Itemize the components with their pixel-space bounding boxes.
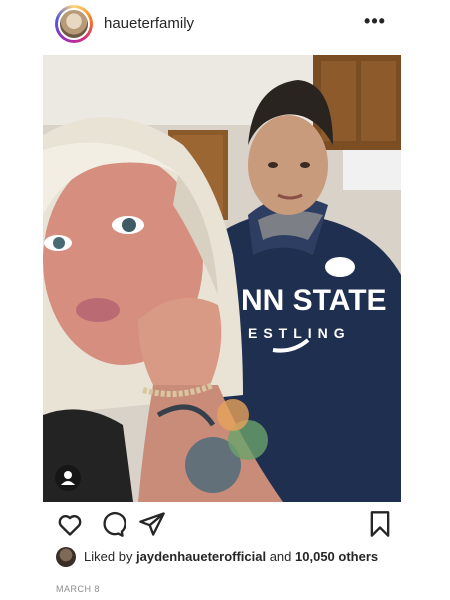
liker-username-link[interactable]: jaydenhaueterofficial [136, 549, 266, 564]
post-actions [0, 510, 450, 544]
comment-bubble-icon [103, 512, 126, 537]
heart-outline-icon [58, 515, 82, 536]
comment-button[interactable] [98, 510, 126, 538]
likes-prefix: Liked by [84, 549, 137, 564]
likes-summary: Liked by jaydenhaueterofficial and 10,05… [56, 546, 416, 568]
user-tag-icon[interactable] [55, 465, 81, 491]
likes-text: Liked by jaydenhaueterofficial and 10,05… [84, 549, 378, 564]
save-button[interactable] [366, 510, 394, 538]
shirt-text-line2: ESTLING [248, 325, 351, 341]
username-link[interactable]: haueterfamily [104, 15, 194, 32]
shirt-text-line1: NN STATE [241, 284, 387, 317]
likes-count-link[interactable]: 10,050 others [295, 549, 378, 564]
post-date[interactable]: MARCH 8 [56, 584, 100, 594]
share-button[interactable] [138, 510, 166, 538]
more-horizontal-icon: ••• [364, 11, 386, 31]
photo-illustration: NN STATE ESTLING [43, 55, 401, 502]
instagram-post: haueterfamily ••• NN STATE ESTLING Liked… [0, 0, 450, 600]
story-ring[interactable] [55, 5, 93, 43]
like-button[interactable] [56, 510, 84, 538]
paper-plane-icon [139, 512, 165, 536]
likes-middle: and [266, 549, 296, 564]
more-options-button[interactable]: ••• [360, 11, 390, 34]
bookmark-outline-icon [370, 511, 390, 537]
post-photo[interactable]: NN STATE ESTLING [43, 55, 401, 502]
post-header: haueterfamily ••• [0, 0, 450, 50]
liker-avatar[interactable] [56, 547, 76, 567]
avatar[interactable] [58, 8, 90, 40]
